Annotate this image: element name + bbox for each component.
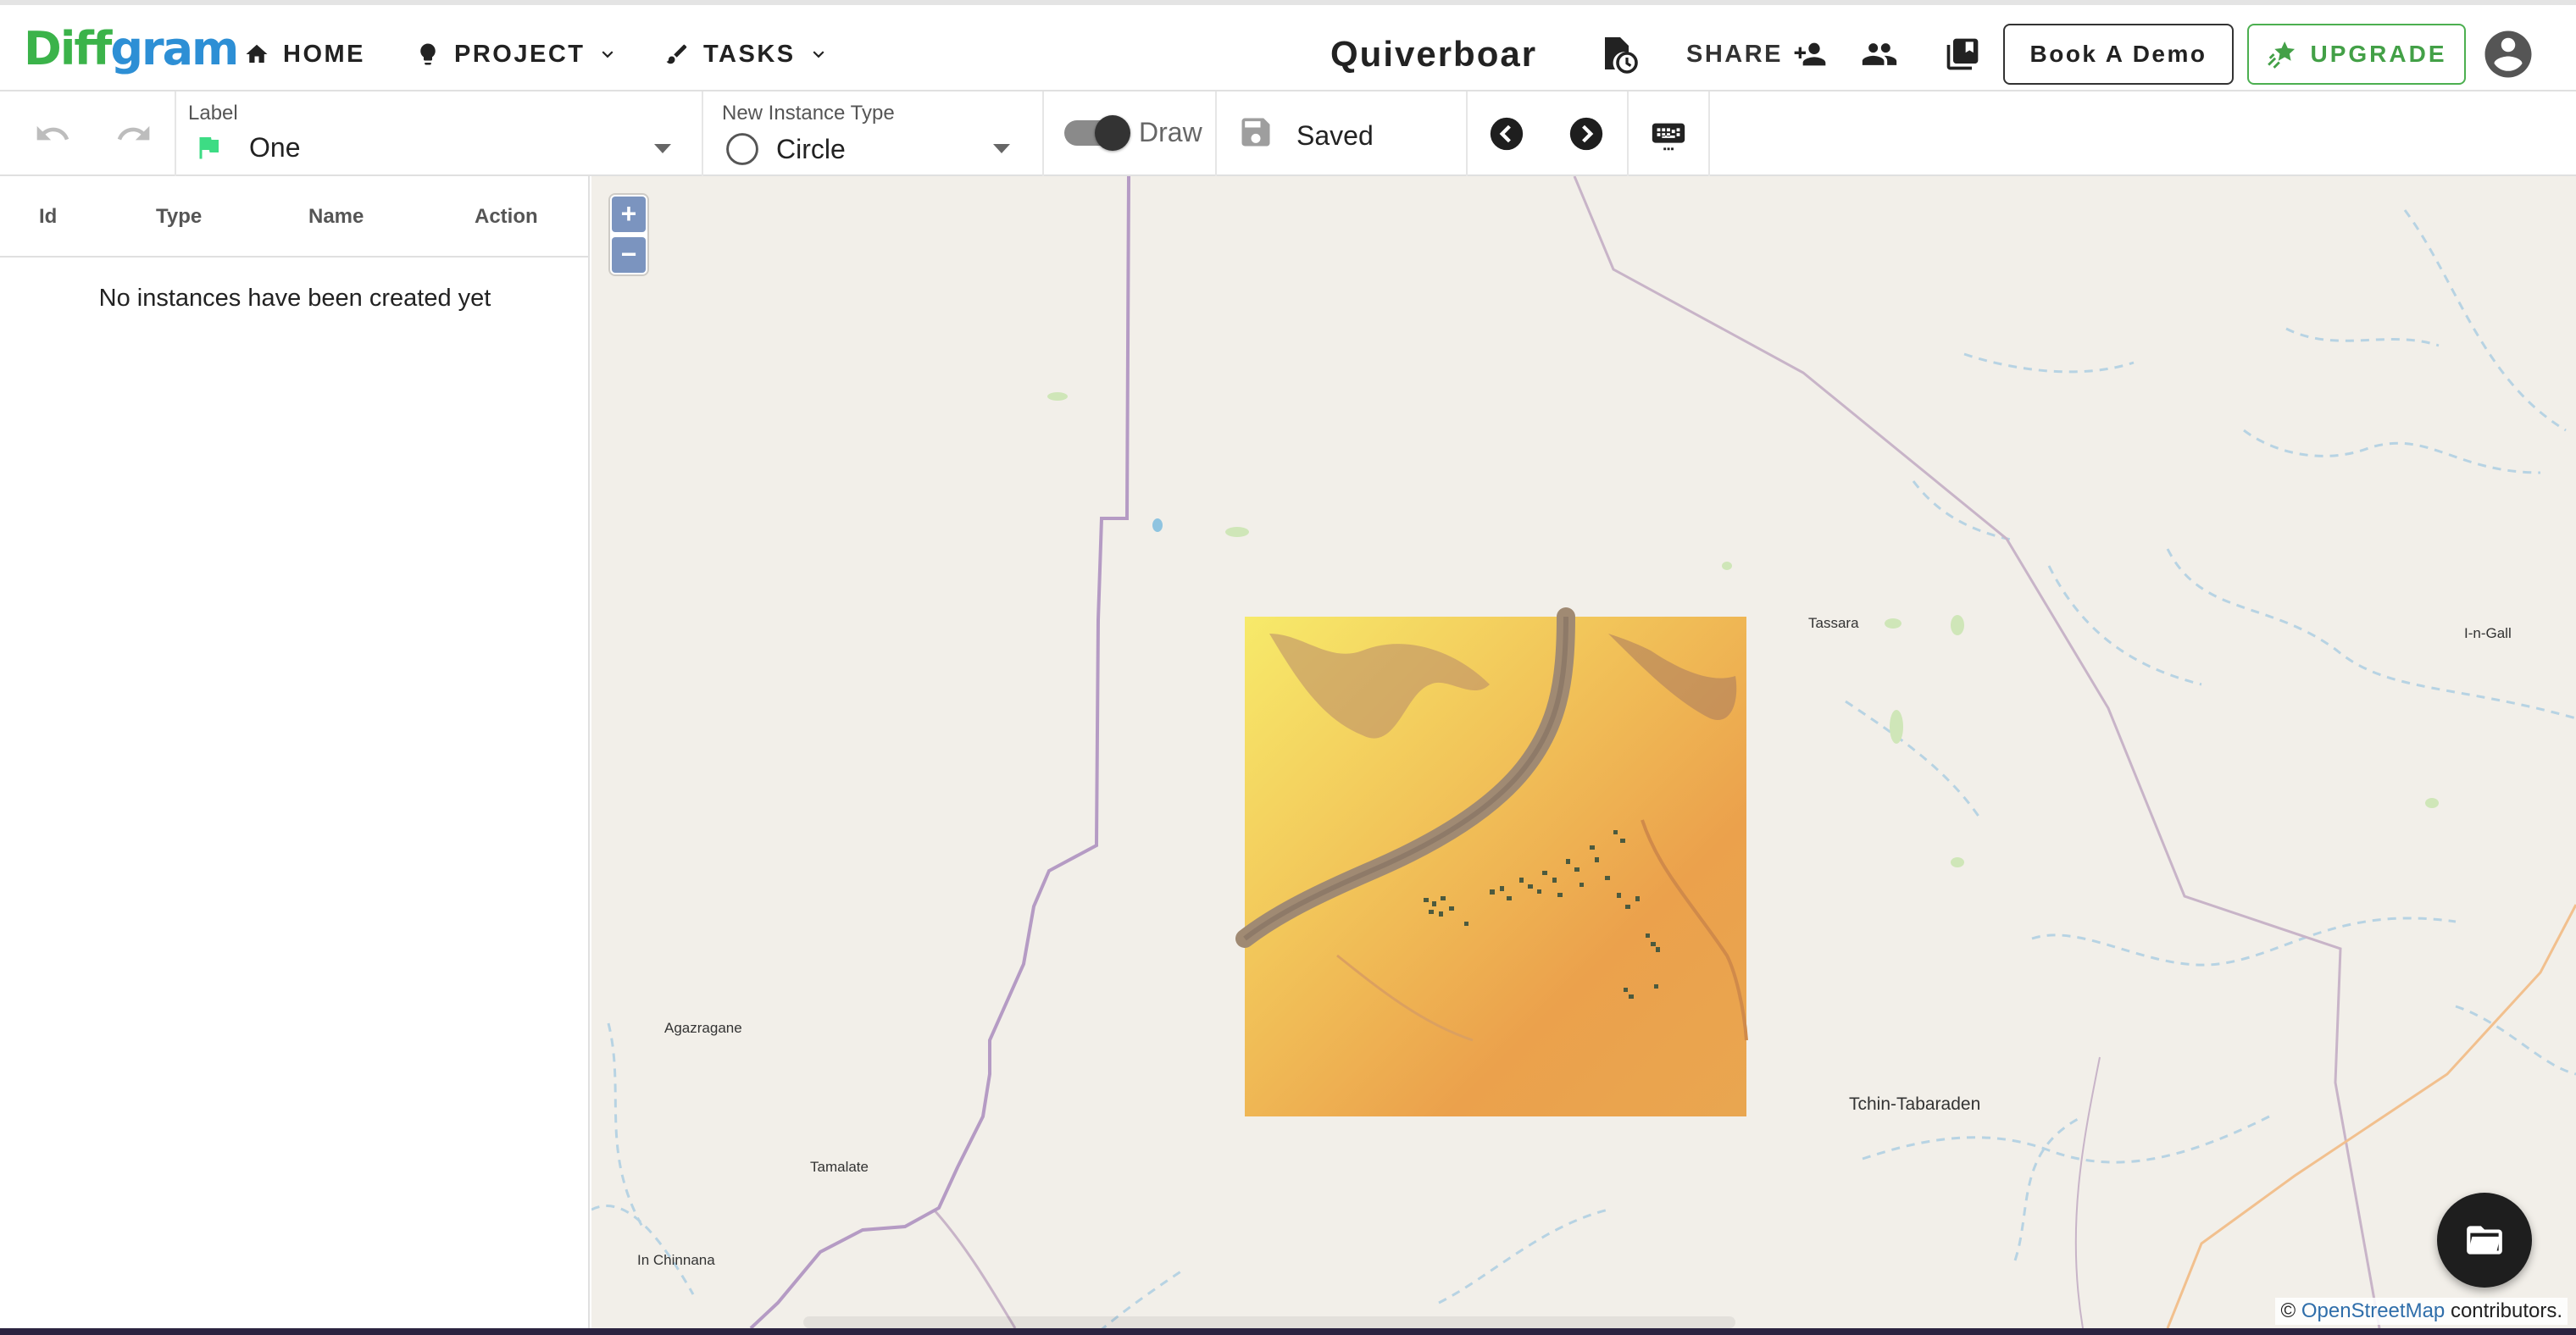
flag-icon xyxy=(199,137,219,159)
map-place-label: In Chinnana xyxy=(637,1252,715,1268)
zoom-in-button[interactable]: + xyxy=(612,197,646,232)
water-spot xyxy=(1152,518,1163,532)
upgrade-button[interactable]: UPGRADE xyxy=(2247,24,2466,85)
chevron-down-icon xyxy=(602,51,613,58)
map-place-label: I-n-Gall xyxy=(2464,625,2512,641)
members-button[interactable] xyxy=(1856,30,1903,78)
toolbar-divider xyxy=(1708,91,1710,176)
keyboard-icon xyxy=(1652,123,1685,151)
save-status-label: Saved xyxy=(1296,120,1374,151)
upgrade-label: UPGRADE xyxy=(2310,41,2447,67)
column-header-type: Type xyxy=(156,205,203,228)
app-root: Diffgram HOME PROJECT TASKS Quiverboar S xyxy=(0,0,2576,1335)
satellite-image-overlay[interactable] xyxy=(1235,607,1748,1116)
redo-icon xyxy=(117,125,150,141)
dropdown-arrow-icon xyxy=(654,144,671,153)
logo-part-2: gram xyxy=(110,22,239,75)
map-basemap xyxy=(591,176,2576,1328)
share-button[interactable]: SHARE xyxy=(1686,30,1827,78)
label-selector-caption: Label xyxy=(188,102,238,125)
undo-button[interactable] xyxy=(29,112,76,156)
label-selector[interactable]: Label One xyxy=(176,91,702,176)
file-clock-icon xyxy=(1605,37,1638,74)
column-header-name: Name xyxy=(308,205,364,228)
instance-table-header: Id Type Name Action xyxy=(0,176,590,258)
home-icon xyxy=(246,44,268,63)
project-nav-button[interactable]: PROJECT xyxy=(415,30,619,78)
lightbulb-icon xyxy=(420,43,436,65)
chevron-left-circle-icon xyxy=(1490,117,1524,151)
chevron-down-icon xyxy=(813,51,824,58)
attribution-suffix: contributors. xyxy=(2450,1299,2562,1322)
brush-icon xyxy=(666,44,687,64)
next-file-button[interactable] xyxy=(1564,112,1608,156)
star-icon xyxy=(2268,41,2296,69)
redo-button[interactable] xyxy=(110,112,158,156)
project-nav-label: PROJECT xyxy=(454,40,586,68)
instance-type-selector[interactable]: New Instance Type Circle xyxy=(703,91,1042,176)
map-place-label: Tassara xyxy=(1808,615,1859,631)
attribution-prefix: © xyxy=(2280,1299,2296,1322)
tasks-nav-label: TASKS xyxy=(703,40,796,68)
previous-file-button[interactable] xyxy=(1485,112,1529,156)
chevron-right-circle-icon xyxy=(1569,117,1603,151)
book-icon xyxy=(1946,38,1979,70)
column-header-action: Action xyxy=(475,205,538,228)
map-place-label: Agazragane xyxy=(664,1020,742,1036)
logo-part-1: Diff xyxy=(24,22,112,75)
diffgram-logo[interactable]: Diffgram xyxy=(24,22,239,75)
home-nav-button[interactable]: HOME xyxy=(244,30,365,78)
column-header-id: Id xyxy=(39,205,58,228)
undo-icon xyxy=(36,125,69,141)
instance-type-caption: New Instance Type xyxy=(722,102,895,125)
share-label: SHARE xyxy=(1686,40,1784,68)
tasks-nav-button[interactable]: TASKS xyxy=(664,30,830,78)
openstreetmap-link[interactable]: OpenStreetMap xyxy=(2301,1299,2445,1322)
docs-button[interactable] xyxy=(1939,30,1986,78)
map-bottom-shadow xyxy=(803,1316,1735,1328)
open-files-button[interactable] xyxy=(2437,1193,2532,1288)
project-title: Quiverboar xyxy=(1330,34,1538,74)
history-button[interactable] xyxy=(1595,30,1642,78)
add-people-icon xyxy=(1794,42,1826,66)
book-demo-button[interactable]: Book A Demo xyxy=(2003,24,2234,85)
draw-toggle-knob xyxy=(1095,115,1130,151)
user-avatar-button[interactable] xyxy=(2479,25,2537,83)
toolbar-divider xyxy=(1466,91,1468,176)
window-bottom-edge xyxy=(0,1328,2576,1335)
keyboard-shortcuts-button[interactable] xyxy=(1646,112,1691,158)
instance-type-value: Circle xyxy=(776,134,846,164)
account-circle-icon xyxy=(2484,30,2532,78)
save-status: Saved xyxy=(1217,91,1466,176)
map-place-label: Tchin-Tabaraden xyxy=(1849,1094,1981,1114)
label-selector-value: One xyxy=(249,132,301,163)
top-navigation-bar: Diffgram HOME PROJECT TASKS Quiverboar S xyxy=(0,0,2576,91)
zoom-out-button[interactable]: − xyxy=(612,237,646,273)
map-canvas[interactable]: Tassara I-n-Gall Agazragane Tamalate In … xyxy=(591,176,2576,1328)
toolbar-divider xyxy=(1627,91,1629,176)
home-nav-label: HOME xyxy=(283,40,365,68)
save-icon xyxy=(1241,118,1270,147)
map-zoom-control: + − xyxy=(610,195,647,274)
people-icon xyxy=(1862,43,1897,65)
map-place-label: Tamalate xyxy=(810,1159,869,1175)
dropdown-arrow-icon xyxy=(993,144,1010,153)
folder-open-icon xyxy=(2467,1226,2502,1255)
map-attribution: © OpenStreetMap contributors. xyxy=(2275,1298,2568,1325)
empty-instances-message: No instances have been created yet xyxy=(98,285,491,312)
circle-outline-icon xyxy=(726,133,758,165)
draw-toggle-label: Draw xyxy=(1139,117,1202,147)
instance-list-panel: Id Type Name Action No instances have be… xyxy=(0,176,590,1328)
annotation-toolbar: Label One New Instance Type Circle Saved xyxy=(0,91,2576,176)
toolbar-divider xyxy=(1042,91,1044,176)
